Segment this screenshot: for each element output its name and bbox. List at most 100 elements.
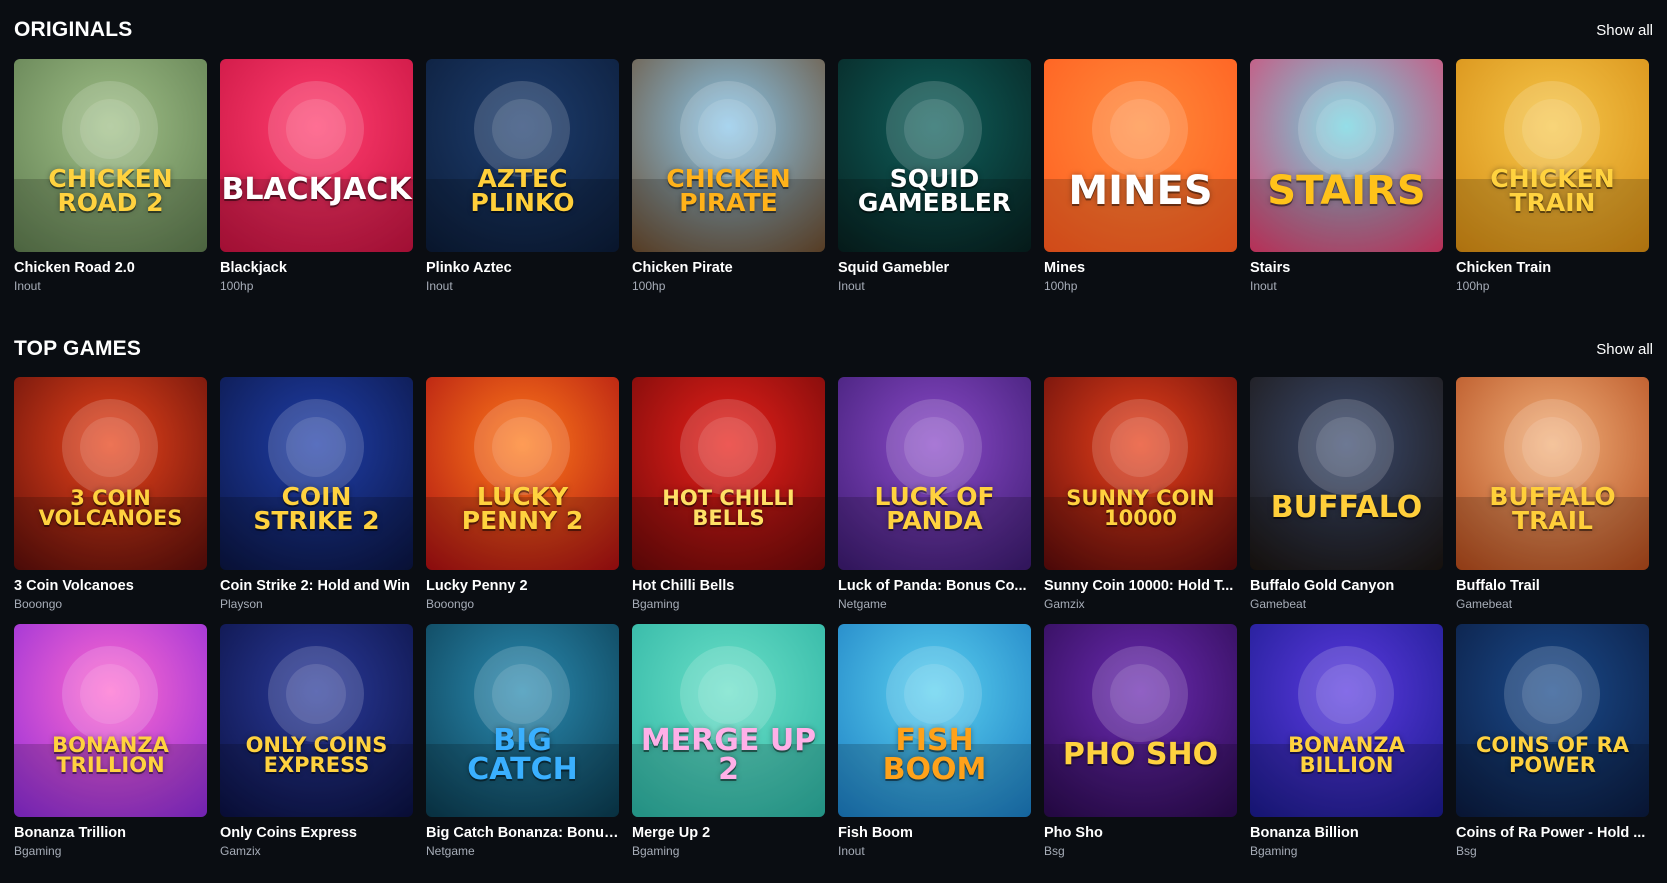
game-name[interactable]: Blackjack: [220, 260, 413, 276]
candy-ball-icon: [632, 646, 825, 817]
game-card[interactable]: COINS OF RA POWER Coins of Ra Power - Hol…: [1456, 624, 1649, 858]
game-card[interactable]: COIN STRIKE 2 Coin Strike 2: Hold and Win…: [220, 377, 413, 611]
game-thumbnail[interactable]: LUCKY PENNY 2: [426, 377, 619, 570]
game-card[interactable]: BUFFALO TRAIL Buffalo Trail Gamebeat: [1456, 377, 1649, 611]
game-art-title: CHICKEN TRAIN: [1490, 163, 1615, 217]
fisherman-icon: [426, 646, 619, 817]
game-card[interactable]: STAIRS Stairs Inout: [1250, 59, 1443, 293]
game-thumbnail[interactable]: CHICKEN ROAD 2: [14, 59, 207, 252]
game-card[interactable]: BIG CATCH Big Catch Bonanza: Bonus... Netg…: [426, 624, 619, 858]
game-card[interactable]: BONANZA BILLION Bonanza Billion Bgaming: [1250, 624, 1443, 858]
game-thumbnail[interactable]: Hot Chilli Bells: [632, 377, 825, 570]
game-thumbnail[interactable]: BUFFALO TRAIL: [1456, 377, 1649, 570]
game-card[interactable]: Chicken Pirate Chicken Pirate 100hp: [632, 59, 825, 293]
game-thumbnail[interactable]: CHICKEN TRAIN: [1456, 59, 1649, 252]
game-card[interactable]: FISH BOOM Fish Boom Inout: [838, 624, 1031, 858]
game-card[interactable]: CHICKEN ROAD 2 Chicken Road 2.0 Inout: [14, 59, 207, 293]
game-thumbnail[interactable]: BLACKJACK: [220, 59, 413, 252]
game-thumbnail[interactable]: STAIRS: [1250, 59, 1443, 252]
game-card[interactable]: Hot Chilli Bells Hot Chilli Bells Bgaming: [632, 377, 825, 611]
game-name[interactable]: Fish Boom: [838, 825, 1031, 841]
pirate-chicken-icon: [632, 81, 825, 252]
game-provider: Gamzix: [1044, 597, 1085, 611]
game-name[interactable]: Buffalo Gold Canyon: [1250, 578, 1443, 594]
game-thumbnail[interactable]: MERGE UP 2: [632, 624, 825, 817]
game-thumbnail[interactable]: COIN STRIKE 2: [220, 377, 413, 570]
game-name[interactable]: Luck of Panda: Bonus Co...: [838, 578, 1031, 594]
game-thumbnail[interactable]: BIG CATCH: [426, 624, 619, 817]
game-name[interactable]: Hot Chilli Bells: [632, 578, 825, 594]
game-thumbnail[interactable]: MINES: [1044, 59, 1237, 252]
game-card[interactable]: AZTEC PLINKO Plinko Aztec Inout: [426, 59, 619, 293]
playing-cards-icon: [220, 81, 413, 252]
game-card[interactable]: MINES Mines 100hp: [1044, 59, 1237, 293]
game-thumbnail[interactable]: SQUID GAMEBLER: [838, 59, 1031, 252]
game-name[interactable]: Big Catch Bonanza: Bonus...: [426, 825, 619, 841]
game-art-title: AZTEC PLINKO: [470, 163, 575, 217]
game-name[interactable]: Chicken Pirate: [632, 260, 825, 276]
buffalo-icon: [1250, 399, 1443, 570]
game-thumbnail[interactable]: SUNNY COIN 10000: [1044, 377, 1237, 570]
game-card[interactable]: MERGE UP 2 Merge Up 2 Bgaming: [632, 624, 825, 858]
game-card[interactable]: BLACKJACK Blackjack 100hp: [220, 59, 413, 293]
game-name[interactable]: Pho Sho: [1044, 825, 1237, 841]
game-card[interactable]: SQUID GAMEBLER Squid Gamebler Inout: [838, 59, 1031, 293]
game-name[interactable]: Chicken Train: [1456, 260, 1649, 276]
game-art-title: BONANZA BILLION: [1288, 732, 1405, 777]
game-thumbnail[interactable]: COINS OF RA POWER: [1456, 624, 1649, 817]
game-thumbnail[interactable]: ONLY COINS EXPRESS: [220, 624, 413, 817]
game-thumbnail[interactable]: AZTEC PLINKO: [426, 59, 619, 252]
game-art-title: SUNNY COIN 10000: [1066, 485, 1215, 530]
game-name[interactable]: Plinko Aztec: [426, 260, 619, 276]
game-provider: Netgame: [838, 597, 887, 611]
game-name[interactable]: 3 Coin Volcanoes: [14, 578, 207, 594]
lightning-coin-icon: [220, 399, 413, 570]
game-name[interactable]: Coin Strike 2: Hold and Win: [220, 578, 413, 594]
game-card[interactable]: LUCKY PENNY 2 Lucky Penny 2 Booongo: [426, 377, 619, 611]
noodle-chef-icon: [1044, 646, 1237, 817]
game-thumbnail[interactable]: FISH BOOM: [838, 624, 1031, 817]
game-provider: 100hp: [1456, 279, 1490, 293]
game-art-title: BIG CATCH: [467, 723, 578, 787]
game-card[interactable]: BUFFALO Buffalo Gold Canyon Gamebeat: [1250, 377, 1443, 611]
game-name[interactable]: Sunny Coin 10000: Hold T...: [1044, 578, 1237, 594]
game-name[interactable]: Chicken Road 2.0: [14, 260, 207, 276]
game-card[interactable]: LUCK OF PANDA Luck of Panda: Bonus Co... N…: [838, 377, 1031, 611]
game-thumbnail[interactable]: BONANZA BILLION: [1250, 624, 1443, 817]
show-all-top-games-link[interactable]: Show all: [1596, 341, 1653, 358]
game-thumbnail[interactable]: BONANZA TRILLION: [14, 624, 207, 817]
game-art-title: FISH BOOM: [882, 723, 987, 787]
game-name[interactable]: Buffalo Trail: [1456, 578, 1649, 594]
game-name[interactable]: Mines: [1044, 260, 1237, 276]
game-name[interactable]: Bonanza Trillion: [14, 825, 207, 841]
top-games-header: TOP GAMES Show all: [14, 334, 1653, 364]
game-card[interactable]: 3 COIN VOLCANOES 3 Coin Volcanoes Booongo: [14, 377, 207, 611]
game-provider: Booongo: [14, 597, 63, 611]
game-name[interactable]: Lucky Penny 2: [426, 578, 619, 594]
game-name[interactable]: Bonanza Billion: [1250, 825, 1443, 841]
show-all-originals-link[interactable]: Show all: [1596, 22, 1653, 39]
game-card[interactable]: CHICKEN TRAIN Chicken Train 100hp: [1456, 59, 1649, 293]
chicken-train-icon: [1456, 81, 1649, 252]
game-thumbnail[interactable]: LUCK OF PANDA: [838, 377, 1031, 570]
game-art-title: COINS OF RA POWER: [1475, 732, 1630, 777]
game-provider: 100hp: [1044, 279, 1078, 293]
train-icon: [220, 646, 413, 817]
game-card[interactable]: PHO SHO Pho Sho Bsg: [1044, 624, 1237, 858]
game-thumbnail[interactable]: Chicken Pirate: [632, 59, 825, 252]
game-name[interactable]: Squid Gamebler: [838, 260, 1031, 276]
game-name[interactable]: Only Coins Express: [220, 825, 413, 841]
game-art-title: STAIRS: [1267, 167, 1426, 214]
game-card[interactable]: SUNNY COIN 10000 Sunny Coin 10000: Hold T…: [1044, 377, 1237, 611]
aztec-temple-icon: [426, 81, 619, 252]
game-card[interactable]: BONANZA TRILLION Bonanza Trillion Bgaming: [14, 624, 207, 858]
game-thumbnail[interactable]: BUFFALO: [1250, 377, 1443, 570]
game-provider: Booongo: [426, 597, 475, 611]
game-thumbnail[interactable]: PHO SHO: [1044, 624, 1237, 817]
game-name[interactable]: Coins of Ra Power - Hold ...: [1456, 825, 1649, 841]
game-name[interactable]: Stairs: [1250, 260, 1443, 276]
game-thumbnail[interactable]: 3 COIN VOLCANOES: [14, 377, 207, 570]
game-name[interactable]: Merge Up 2: [632, 825, 825, 841]
game-card[interactable]: ONLY COINS EXPRESS Only Coins Express Gamz…: [220, 624, 413, 858]
section-title: TOP GAMES: [14, 337, 142, 360]
